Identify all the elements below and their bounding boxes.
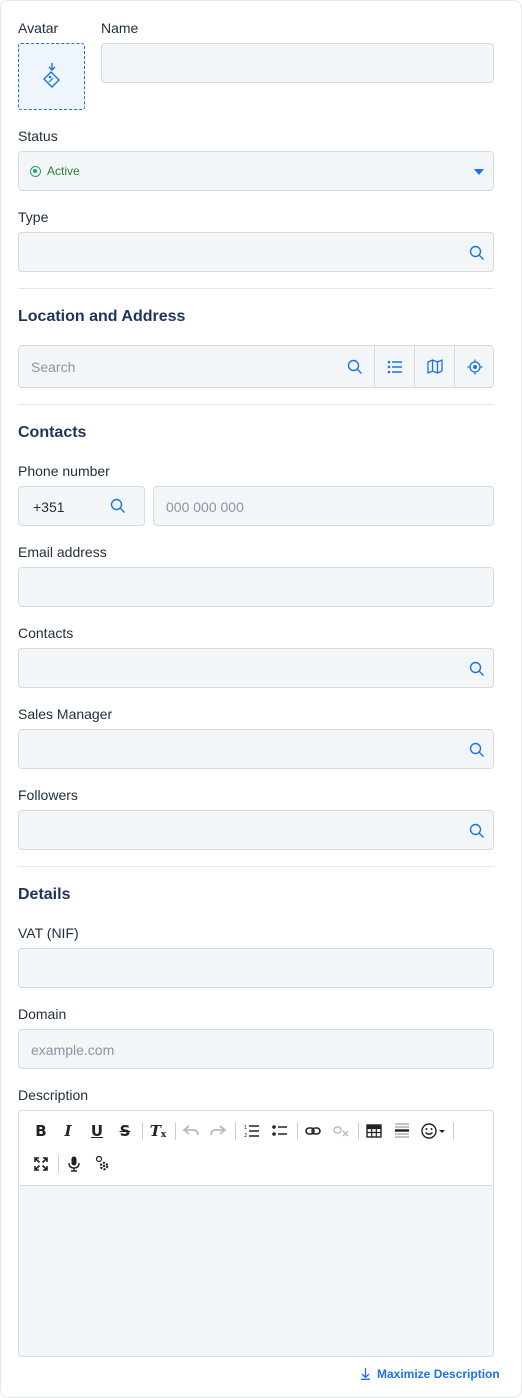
phone-placeholder: 000 000 000: [166, 499, 244, 515]
table-icon[interactable]: [363, 1120, 385, 1142]
maximize-description-link[interactable]: Maximize Description: [360, 1367, 500, 1381]
toolbar-separator: [358, 1122, 359, 1140]
location-search-bar: Search: [18, 345, 494, 388]
upload-icon: [42, 62, 62, 92]
vat-input[interactable]: [18, 948, 494, 988]
divider: [18, 404, 494, 405]
location-search-button[interactable]: [337, 346, 373, 387]
microphone-icon[interactable]: [63, 1153, 85, 1175]
type-label: Type: [18, 209, 49, 225]
search-icon: [469, 742, 485, 758]
crosshair-icon: [467, 359, 482, 374]
numbered-list-icon[interactable]: 12: [241, 1120, 263, 1142]
search-icon: [347, 359, 362, 374]
status-label: Status: [18, 128, 58, 144]
link-icon[interactable]: [302, 1120, 324, 1142]
contacts-section-title: Contacts: [18, 424, 87, 441]
search-icon: [110, 498, 126, 514]
email-input[interactable]: [18, 567, 494, 607]
sales-manager-input[interactable]: [18, 729, 494, 769]
avatar-upload[interactable]: [18, 43, 85, 110]
toolbar-separator: [58, 1155, 59, 1173]
avatar-label: Avatar: [18, 20, 59, 36]
toolbar-separator: [235, 1122, 236, 1140]
svg-text:2: 2: [244, 1133, 247, 1138]
italic-icon[interactable]: I: [57, 1120, 79, 1142]
unlink-icon[interactable]: [330, 1120, 352, 1142]
dropdown-caret-icon: [474, 169, 484, 175]
contacts-input[interactable]: [18, 648, 494, 688]
company-form-panel: Avatar Name Status Active Type Location …: [0, 0, 522, 1398]
description-label: Description: [18, 1087, 89, 1103]
source-settings-icon[interactable]: [91, 1153, 113, 1175]
vat-label: VAT (NIF): [18, 925, 79, 941]
redo-icon[interactable]: [207, 1120, 229, 1142]
locate-me-button[interactable]: [455, 346, 494, 387]
contacts-label: Contacts: [18, 625, 74, 641]
domain-input[interactable]: example.com: [18, 1029, 494, 1069]
remove-format-icon[interactable]: Tx: [147, 1120, 169, 1142]
search-icon: [469, 823, 485, 839]
description-text-area[interactable]: [19, 1186, 493, 1356]
undo-icon[interactable]: [180, 1120, 202, 1142]
underline-icon[interactable]: U: [86, 1120, 108, 1142]
bold-icon[interactable]: B: [30, 1120, 52, 1142]
followers-input[interactable]: [18, 810, 494, 850]
toolbar-separator: [453, 1122, 454, 1140]
emoji-icon[interactable]: [419, 1120, 449, 1142]
divider: [18, 866, 494, 867]
domain-label: Domain: [18, 1006, 67, 1022]
phone-number-input[interactable]: 000 000 000: [153, 486, 494, 526]
status-active-icon: [30, 166, 41, 177]
toolbar-separator: [175, 1122, 176, 1140]
status-select[interactable]: Active: [18, 151, 494, 191]
maximize-description-label: Maximize Description: [377, 1367, 500, 1381]
location-section-title: Location and Address: [18, 308, 186, 325]
details-section-title: Details: [18, 886, 71, 903]
name-input[interactable]: [101, 43, 494, 83]
list-icon: [387, 360, 402, 373]
horizontal-rule-icon[interactable]: [391, 1120, 413, 1142]
toolbar-separator: [142, 1122, 143, 1140]
svg-text:1: 1: [244, 1125, 247, 1131]
type-input[interactable]: [18, 232, 494, 272]
map-icon: [426, 359, 443, 374]
bullet-list-icon[interactable]: [269, 1120, 291, 1142]
map-view-button[interactable]: [415, 346, 454, 387]
toolbar-separator: [297, 1122, 298, 1140]
search-icon: [469, 661, 485, 677]
strikethrough-icon[interactable]: S: [114, 1120, 136, 1142]
arrow-down-to-line-icon: [361, 1368, 370, 1380]
followers-label: Followers: [18, 787, 78, 803]
location-search-input[interactable]: Search: [31, 359, 75, 375]
fullscreen-icon[interactable]: [30, 1153, 52, 1175]
sales-manager-label: Sales Manager: [18, 706, 113, 722]
name-label: Name: [101, 20, 139, 36]
country-code-value: +351: [33, 499, 65, 515]
phone-label: Phone number: [18, 463, 110, 479]
description-editor: B I U S Tx 12: [18, 1110, 494, 1357]
country-code-select[interactable]: +351: [18, 486, 145, 526]
domain-placeholder: example.com: [31, 1042, 115, 1058]
divider: [18, 288, 494, 289]
search-icon: [469, 245, 485, 261]
list-view-button[interactable]: [375, 346, 414, 387]
status-value: Active: [47, 164, 80, 178]
email-label: Email address: [18, 544, 107, 560]
